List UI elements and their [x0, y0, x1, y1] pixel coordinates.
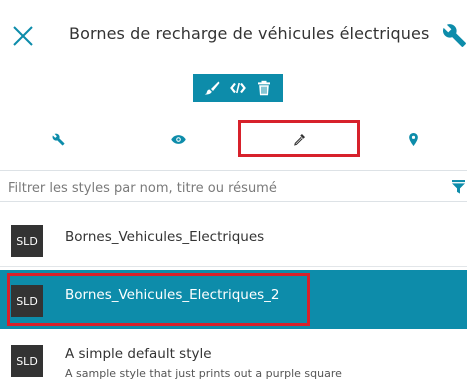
eyedropper-icon: [293, 133, 305, 146]
style-list-item-selected[interactable]: SLD Bornes_Vehicules_Electriques_2: [0, 270, 467, 329]
brush-icon: [204, 81, 220, 95]
page-title: Bornes de recharge de véhicules électriq…: [69, 24, 430, 43]
delete-style-button[interactable]: [253, 77, 275, 99]
eye-icon: [170, 134, 186, 144]
style-description: A sample style that just prints out a pu…: [65, 367, 342, 380]
tab-settings[interactable]: [0, 118, 117, 160]
style-filter-input[interactable]: [6, 176, 440, 200]
close-icon[interactable]: [12, 25, 34, 47]
edit-style-button[interactable]: [201, 77, 223, 99]
style-filter-bar: [0, 170, 467, 202]
style-tabs: [0, 118, 467, 160]
filter-icon[interactable]: [452, 180, 465, 194]
style-name: A simple default style: [65, 346, 212, 362]
sld-badge: SLD: [11, 225, 43, 257]
map-pin-icon: [408, 132, 418, 146]
panel-header: Bornes de recharge de véhicules électriq…: [0, 0, 467, 64]
style-list-item[interactable]: SLD Bornes_Vehicules_Electriques: [0, 208, 467, 266]
trash-icon: [258, 80, 270, 96]
sld-badge: SLD: [11, 285, 43, 317]
style-toolbar: [193, 74, 283, 102]
wrench-icon[interactable]: [442, 23, 467, 48]
tab-location[interactable]: [359, 118, 467, 160]
list-divider: [0, 266, 467, 267]
code-icon: [230, 82, 246, 94]
style-name: Bornes_Vehicules_Electriques_2: [65, 287, 280, 303]
style-list-item[interactable]: SLD A simple default style A sample styl…: [0, 331, 467, 383]
style-name: Bornes_Vehicules_Electriques: [65, 229, 265, 245]
sld-badge: SLD: [11, 345, 43, 377]
tab-preview[interactable]: [117, 118, 239, 160]
tab-styles[interactable]: [239, 118, 359, 160]
wrench-icon: [52, 133, 65, 145]
code-style-button[interactable]: [227, 77, 249, 99]
